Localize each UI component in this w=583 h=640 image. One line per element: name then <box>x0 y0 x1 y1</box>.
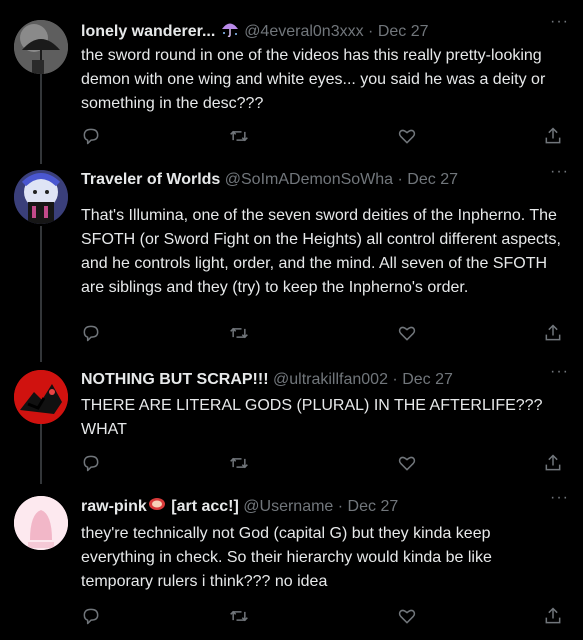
heart-icon[interactable] <box>397 126 419 148</box>
display-name-suffix[interactable]: [art acc!] <box>167 498 239 515</box>
retweet-icon[interactable] <box>229 453 251 475</box>
user-handle[interactable]: @SoImADemonSoWha <box>225 171 393 188</box>
separator-dot: · <box>363 23 378 41</box>
tweet-date[interactable]: Dec 27 <box>402 371 453 388</box>
heart-icon[interactable] <box>397 323 419 345</box>
share-icon[interactable] <box>543 323 565 345</box>
retweet-icon[interactable] <box>229 126 251 148</box>
heart-icon[interactable] <box>397 606 419 628</box>
tweet-actions <box>81 606 565 628</box>
separator-dot: · <box>333 498 348 516</box>
tweet-actions <box>81 453 565 475</box>
share-icon[interactable] <box>543 606 565 628</box>
tweet[interactable]: Traveler of Worlds @SoImADemonSoWha · De… <box>0 164 583 360</box>
tweet-text: That's Illumina, one of the seven sword … <box>81 207 561 296</box>
reply-icon[interactable] <box>81 606 103 628</box>
tweet-header: lonely wanderer... @4everal0n3xxx · Dec … <box>81 20 543 44</box>
tweet[interactable]: NOTHING BUT SCRAP!!! @ultrakillfan002 · … <box>0 364 583 480</box>
avatar[interactable] <box>14 20 68 74</box>
tweet-header: raw-pink [art acc!] @Username · Dec 27 <box>81 496 543 518</box>
reply-icon[interactable] <box>81 126 103 148</box>
user-handle[interactable]: @Username <box>243 498 333 515</box>
more-icon[interactable]: ··· <box>550 164 569 180</box>
retweet-icon[interactable] <box>229 323 251 345</box>
display-name[interactable]: Traveler of Worlds <box>81 171 220 188</box>
reply-icon[interactable] <box>81 453 103 475</box>
tweet-actions <box>81 126 565 148</box>
tweet-text: the sword round in one of the videos has… <box>81 47 546 112</box>
more-icon[interactable]: ··· <box>550 14 569 30</box>
tweet-header: Traveler of Worlds @SoImADemonSoWha · De… <box>81 170 543 190</box>
umbrella-emoji-icon <box>220 20 240 44</box>
tweet-actions <box>81 323 565 345</box>
avatar[interactable] <box>14 170 68 224</box>
tweet-date[interactable]: Dec 27 <box>378 23 429 40</box>
more-icon[interactable]: ··· <box>550 490 569 506</box>
tweet[interactable]: lonely wanderer... @4everal0n3xxx · Dec … <box>0 14 583 160</box>
user-handle[interactable]: @ultrakillfan002 <box>273 371 388 388</box>
heart-icon[interactable] <box>397 453 419 475</box>
more-icon[interactable]: ··· <box>550 364 569 380</box>
separator-dot: · <box>387 371 403 388</box>
tweet-text: they're technically not God (capital G) … <box>81 525 492 590</box>
tweet-date[interactable]: Dec 27 <box>407 171 458 188</box>
separator-dot: · <box>393 171 408 188</box>
tweet-text: THERE ARE LITERAL GODS (PLURAL) IN THE A… <box>81 397 543 438</box>
avatar[interactable] <box>14 496 68 550</box>
display-name[interactable]: lonely wanderer... <box>81 23 215 40</box>
meat-emoji-icon <box>147 496 167 518</box>
share-icon[interactable] <box>543 453 565 475</box>
tweet[interactable]: raw-pink [art acc!] @Username · Dec 27 ·… <box>0 490 583 640</box>
display-name[interactable]: raw-pink <box>81 498 147 515</box>
tweet-date[interactable]: Dec 27 <box>348 498 399 515</box>
tweet-header: NOTHING BUT SCRAP!!! @ultrakillfan002 · … <box>81 370 543 390</box>
avatar[interactable] <box>14 370 68 424</box>
reply-icon[interactable] <box>81 323 103 345</box>
retweet-icon[interactable] <box>229 606 251 628</box>
user-handle[interactable]: @4everal0n3xxx <box>244 23 363 40</box>
display-name[interactable]: NOTHING BUT SCRAP!!! <box>81 371 269 388</box>
share-icon[interactable] <box>543 126 565 148</box>
